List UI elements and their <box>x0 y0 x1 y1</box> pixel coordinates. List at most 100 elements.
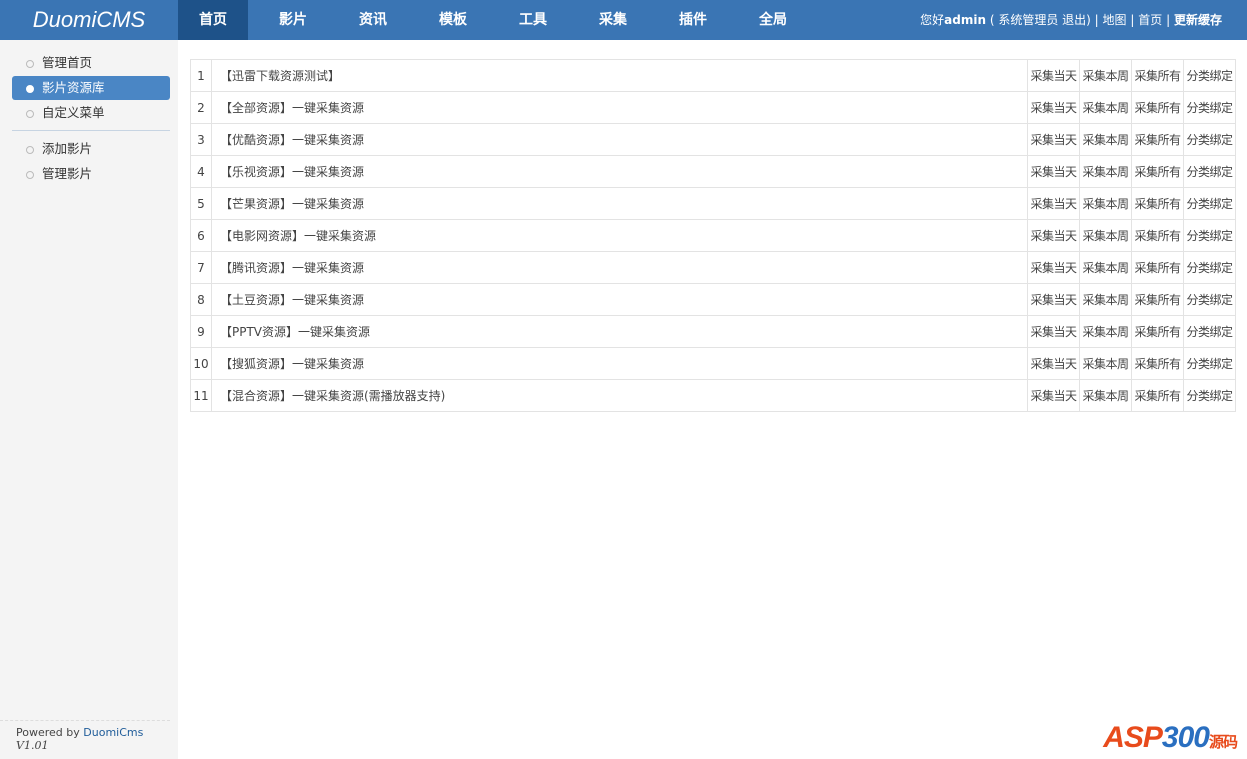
collect-week-button[interactable]: 采集本周 <box>1079 91 1132 124</box>
collect-all-button[interactable]: 采集所有 <box>1131 155 1184 188</box>
top-nav: DuomiCMS 首页 影片 资讯 模板 工具 采集 插件 全局 您好admin ( 系统管理… <box>0 0 1247 40</box>
resource-name: 【土豆资源】一键采集资源 <box>211 283 1028 316</box>
wm-a: ASP <box>1103 721 1163 754</box>
collect-today-button[interactable]: 采集当天 <box>1027 91 1080 124</box>
collect-all-button[interactable]: 采集所有 <box>1131 315 1184 348</box>
sidebar-item-add-movie[interactable]: 添加影片 <box>12 137 170 161</box>
tab-0[interactable]: 首页 <box>178 0 248 40</box>
wm-b: 300 <box>1161 721 1210 754</box>
tab-7[interactable]: 全局 <box>738 0 808 40</box>
row-number: 2 <box>190 91 212 124</box>
collect-today-button[interactable]: 采集当天 <box>1027 59 1080 92</box>
row-number: 8 <box>190 283 212 316</box>
footer-version: V1.01 <box>16 739 49 752</box>
collect-week-button[interactable]: 采集本周 <box>1079 283 1132 316</box>
home-link[interactable]: 首页 <box>1138 13 1162 27</box>
category-bind-button[interactable]: 分类绑定 <box>1183 379 1236 412</box>
tab-5[interactable]: 采集 <box>578 0 648 40</box>
category-bind-button[interactable]: 分类绑定 <box>1183 251 1236 284</box>
tab-1[interactable]: 影片 <box>258 0 328 40</box>
collect-today-button[interactable]: 采集当天 <box>1027 283 1080 316</box>
wm-c: 源码 <box>1208 734 1238 751</box>
collect-all-button[interactable]: 采集所有 <box>1131 59 1184 92</box>
tab-3[interactable]: 模板 <box>418 0 488 40</box>
collect-today-button[interactable]: 采集当天 <box>1027 315 1080 348</box>
table-row: 4 【乐视资源】一键采集资源 采集当天 采集本周 采集所有 分类绑定 <box>190 155 1236 188</box>
category-bind-button[interactable]: 分类绑定 <box>1183 59 1236 92</box>
collect-all-button[interactable]: 采集所有 <box>1131 347 1184 380</box>
row-number: 11 <box>190 379 212 412</box>
tab-4[interactable]: 工具 <box>498 0 568 40</box>
refresh-cache-link[interactable]: 更新缓存 <box>1174 13 1222 27</box>
resource-name: 【PPTV资源】一键采集资源 <box>211 315 1028 348</box>
collect-all-button[interactable]: 采集所有 <box>1131 379 1184 412</box>
tab-6[interactable]: 插件 <box>658 0 728 40</box>
table-row: 5 【芒果资源】一键采集资源 采集当天 采集本周 采集所有 分类绑定 <box>190 187 1236 220</box>
separator: | <box>1130 13 1135 27</box>
collect-week-button[interactable]: 采集本周 <box>1079 155 1132 188</box>
collect-today-button[interactable]: 采集当天 <box>1027 123 1080 156</box>
collect-week-button[interactable]: 采集本周 <box>1079 347 1132 380</box>
collect-week-button[interactable]: 采集本周 <box>1079 123 1132 156</box>
footer-brand-link[interactable]: DuomiCms <box>83 726 143 739</box>
collect-all-button[interactable]: 采集所有 <box>1131 219 1184 252</box>
footer: Powered by DuomiCms V1.01 <box>0 720 170 752</box>
table-row: 11 【混合资源】一键采集资源(需播放器支持) 采集当天 采集本周 采集所有 分类绑定 <box>190 379 1236 412</box>
collect-today-button[interactable]: 采集当天 <box>1027 187 1080 220</box>
table-row: 10 【搜狐资源】一键采集资源 采集当天 采集本周 采集所有 分类绑定 <box>190 347 1236 380</box>
username: admin <box>944 13 986 27</box>
table-row: 9 【PPTV资源】一键采集资源 采集当天 采集本周 采集所有 分类绑定 <box>190 315 1236 348</box>
table-row: 7 【腾讯资源】一键采集资源 采集当天 采集本周 采集所有 分类绑定 <box>190 251 1236 284</box>
collect-today-button[interactable]: 采集当天 <box>1027 155 1080 188</box>
collect-week-button[interactable]: 采集本周 <box>1079 59 1132 92</box>
divider <box>12 130 170 131</box>
table-row: 3 【优酷资源】一键采集资源 采集当天 采集本周 采集所有 分类绑定 <box>190 123 1236 156</box>
collect-week-button[interactable]: 采集本周 <box>1079 315 1132 348</box>
watermark-logo: ASP300源码 <box>1103 721 1238 755</box>
collect-week-button[interactable]: 采集本周 <box>1079 251 1132 284</box>
collect-week-button[interactable]: 采集本周 <box>1079 219 1132 252</box>
table-row: 2 【全部资源】一键采集资源 采集当天 采集本周 采集所有 分类绑定 <box>190 91 1236 124</box>
category-bind-button[interactable]: 分类绑定 <box>1183 347 1236 380</box>
row-number: 7 <box>190 251 212 284</box>
map-link[interactable]: 地图 <box>1103 13 1127 27</box>
category-bind-button[interactable]: 分类绑定 <box>1183 155 1236 188</box>
category-bind-button[interactable]: 分类绑定 <box>1183 283 1236 316</box>
table-row: 8 【土豆资源】一键采集资源 采集当天 采集本周 采集所有 分类绑定 <box>190 283 1236 316</box>
sidebar-item-admin-home[interactable]: 管理首页 <box>12 51 170 75</box>
collect-today-button[interactable]: 采集当天 <box>1027 379 1080 412</box>
sidebar-item-custom-menu[interactable]: 自定义菜单 <box>12 101 170 125</box>
category-bind-button[interactable]: 分类绑定 <box>1183 187 1236 220</box>
sidebar: 管理首页 影片资源库 自定义菜单 添加影片 管理影片 Powered by Du… <box>0 40 178 759</box>
collect-all-button[interactable]: 采集所有 <box>1131 187 1184 220</box>
collect-today-button[interactable]: 采集当天 <box>1027 251 1080 284</box>
category-bind-button[interactable]: 分类绑定 <box>1183 91 1236 124</box>
resource-name: 【全部资源】一键采集资源 <box>211 91 1028 124</box>
resource-name: 【芒果资源】一键采集资源 <box>211 187 1028 220</box>
collect-all-button[interactable]: 采集所有 <box>1131 251 1184 284</box>
collect-all-button[interactable]: 采集所有 <box>1131 123 1184 156</box>
user-bar: 您好admin ( 系统管理员 退出) | 地图 | 首页 | 更新缓存 <box>920 0 1222 40</box>
sidebar-item-manage-movies[interactable]: 管理影片 <box>12 162 170 186</box>
collect-all-button[interactable]: 采集所有 <box>1131 283 1184 316</box>
collect-today-button[interactable]: 采集当天 <box>1027 347 1080 380</box>
logout-link[interactable]: 退出) <box>1062 13 1091 27</box>
row-number: 4 <box>190 155 212 188</box>
resource-name: 【腾讯资源】一键采集资源 <box>211 251 1028 284</box>
category-bind-button[interactable]: 分类绑定 <box>1183 315 1236 348</box>
collect-all-button[interactable]: 采集所有 <box>1131 91 1184 124</box>
collect-week-button[interactable]: 采集本周 <box>1079 379 1132 412</box>
greeting: 您好 <box>920 13 945 27</box>
resource-name: 【电影网资源】一键采集资源 <box>211 219 1028 252</box>
category-bind-button[interactable]: 分类绑定 <box>1183 219 1236 252</box>
role: ( 系统管理员 <box>989 13 1059 27</box>
collect-today-button[interactable]: 采集当天 <box>1027 219 1080 252</box>
category-bind-button[interactable]: 分类绑定 <box>1183 123 1236 156</box>
table-row: 6 【电影网资源】一键采集资源 采集当天 采集本周 采集所有 分类绑定 <box>190 219 1236 252</box>
sidebar-item-resource-library[interactable]: 影片资源库 <box>12 76 170 100</box>
tab-2[interactable]: 资讯 <box>338 0 408 40</box>
row-number: 5 <box>190 187 212 220</box>
resource-table: 1 【迅雷下载资源测试】 采集当天 采集本周 采集所有 分类绑定 2 【全部资源】一键采集资源… <box>190 59 1236 412</box>
collect-week-button[interactable]: 采集本周 <box>1079 187 1132 220</box>
separator: | <box>1166 13 1171 27</box>
